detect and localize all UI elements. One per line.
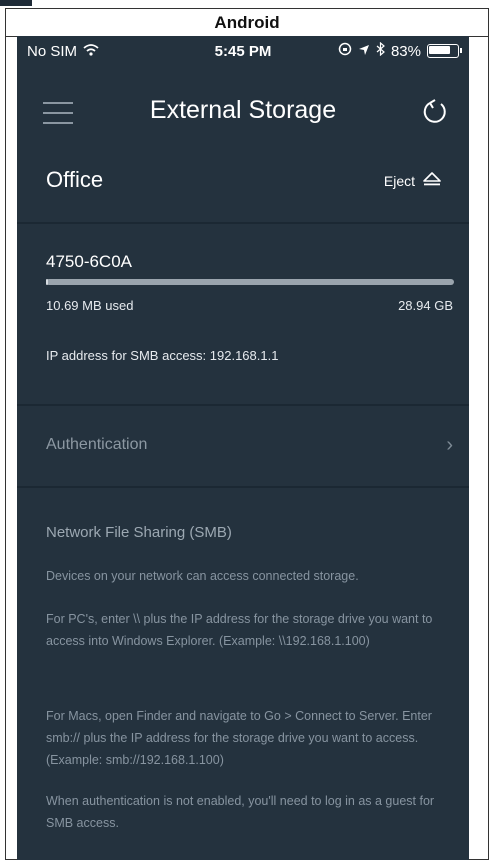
status-bar: No SIM 5:45 PM 83% bbox=[17, 36, 469, 66]
storage-location: Office bbox=[46, 167, 104, 192]
location-arrow-icon bbox=[358, 43, 370, 60]
eject-icon bbox=[423, 172, 441, 189]
chevron-right-icon: › bbox=[446, 434, 453, 456]
eject-button[interactable]: Eject bbox=[384, 172, 441, 189]
nav-bar: External Storage bbox=[17, 88, 469, 138]
rotation-lock-icon bbox=[338, 42, 352, 60]
storage-usage-fill bbox=[46, 279, 49, 285]
storage-usage-bar bbox=[46, 279, 454, 285]
smb-paragraph: For Macs, open Finder and navigate to Go… bbox=[46, 709, 432, 767]
battery-level bbox=[429, 46, 450, 54]
smb-paragraph: For PC's, enter \\ plus the IP address f… bbox=[46, 612, 433, 648]
page-title: External Storage bbox=[149, 96, 337, 124]
smb-paragraph: Devices on your network can access conne… bbox=[46, 569, 359, 583]
smb-section-title: Network File Sharing (SMB) bbox=[46, 524, 232, 541]
phone-screen: No SIM 5:45 PM 83% External Storage Offi… bbox=[17, 36, 469, 860]
used-space-label: 10.69 MB used bbox=[46, 298, 134, 313]
eject-label: Eject bbox=[383, 172, 415, 189]
total-capacity-label: 28.94 GB bbox=[398, 298, 453, 313]
divider bbox=[17, 486, 469, 488]
authentication-row[interactable]: Authentication › bbox=[17, 420, 469, 470]
corner-mark bbox=[0, 0, 32, 6]
refresh-icon[interactable] bbox=[421, 98, 449, 126]
battery-percent: 83% bbox=[390, 42, 421, 60]
status-right: 83% bbox=[338, 41, 462, 60]
platform-label: Android bbox=[6, 9, 488, 37]
smb-paragraph: When authentication is not enabled, you'… bbox=[46, 794, 435, 830]
device-name: 4750-6C0A bbox=[46, 252, 133, 271]
divider bbox=[17, 404, 469, 406]
divider bbox=[17, 222, 469, 224]
smb-ip-address: IP address for SMB access: 192.168.1.1 bbox=[46, 348, 279, 363]
authentication-label: Authentication bbox=[46, 436, 148, 453]
battery-icon bbox=[427, 44, 462, 58]
bluetooth-icon bbox=[376, 41, 385, 60]
